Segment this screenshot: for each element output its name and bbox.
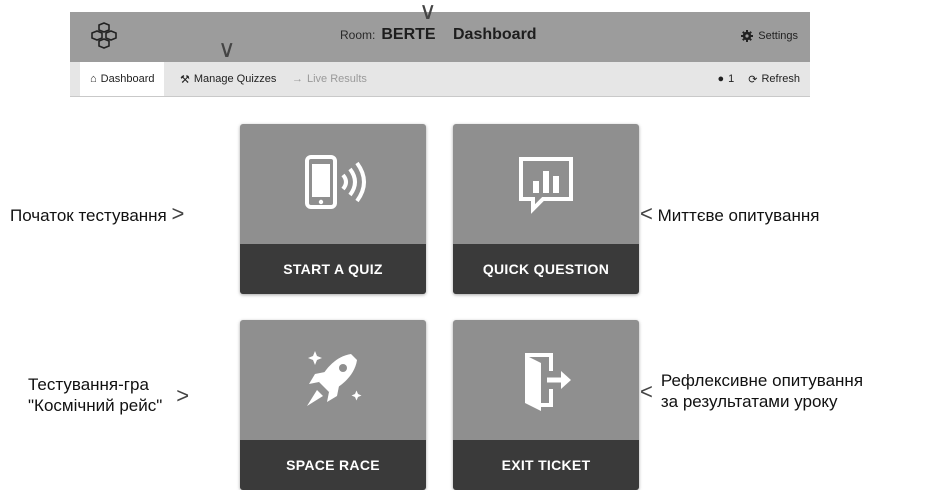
- tab-manage-quizzes[interactable]: ⚒ Manage Quizzes: [180, 62, 276, 96]
- annotation-quick-question-text: Миттєве опитування: [657, 206, 820, 225]
- card-icon-area: [240, 320, 426, 440]
- exit-ticket-card[interactable]: EXIT TICKET: [453, 320, 639, 490]
- tab-dashboard-label: Dashboard: [100, 73, 155, 85]
- annotation-exit-ticket-line1: Рефлексивне опитування: [660, 371, 864, 390]
- rocket-icon: [307, 351, 362, 406]
- annotation-arrow-left: <: [640, 201, 653, 226]
- refresh-icon: ⟳: [748, 73, 758, 86]
- start-quiz-label: START A QUIZ: [240, 244, 426, 294]
- annotation-space-race: Тестування-гра "Космічний рейс" >: [28, 374, 189, 417]
- students-count: 1: [728, 73, 735, 85]
- space-race-card[interactable]: SPACE RACE: [240, 320, 426, 490]
- card-icon-area: [453, 320, 639, 440]
- annotation-arrow-left: <: [640, 378, 653, 404]
- quick-question-label: QUICK QUESTION: [453, 244, 639, 294]
- annotation-start-quiz: Початок тестування >: [10, 200, 184, 228]
- space-race-label: SPACE RACE: [240, 440, 426, 490]
- room-indicator: Room: BERTE: [340, 26, 436, 44]
- annotation-space-race-line2: "Космічний рейс": [28, 396, 163, 416]
- annotation-arrow-right: >: [171, 201, 185, 226]
- tab-bar: ⌂ Dashboard ⚒ Manage Quizzes → Live Resu…: [70, 62, 810, 97]
- app-header: Room: BERTE Dashboard Settings ⌂ Dashboa…: [70, 12, 810, 97]
- refresh-label: Refresh: [761, 73, 800, 85]
- refresh-button[interactable]: ⟳ Refresh: [748, 73, 800, 86]
- exit-ticket-label: EXIT TICKET: [453, 440, 639, 490]
- tab-dashboard[interactable]: ⌂ Dashboard: [80, 62, 165, 96]
- room-code: BERTE: [381, 26, 436, 43]
- logo-icon[interactable]: [88, 22, 120, 52]
- status-area: ● 1 ⟳ Refresh: [717, 62, 800, 96]
- chart-bubble-icon: [519, 157, 573, 214]
- tab-live-results-label: Live Results: [307, 73, 367, 85]
- home-icon: ⌂: [90, 73, 97, 85]
- wrench-icon: ⚒: [180, 73, 190, 86]
- card-icon-area: [240, 124, 426, 244]
- gear-icon: [741, 30, 754, 42]
- annotation-space-race-line1: Тестування-гра: [28, 375, 149, 394]
- phone-signal-icon: [305, 155, 366, 209]
- exit-door-icon: [525, 353, 571, 411]
- annotation-arrow-right: >: [176, 382, 190, 408]
- room-label: Room:: [340, 28, 376, 42]
- annotation-exit-ticket: < Рефлексивне опитування за результатами…: [640, 370, 863, 413]
- annotation-exit-ticket-line2: за результатами уроку: [660, 392, 838, 412]
- quick-question-card[interactable]: QUICK QUESTION: [453, 124, 639, 294]
- annotation-quick-question: < Миттєве опитування: [640, 200, 819, 228]
- settings-button[interactable]: Settings: [741, 30, 798, 42]
- annotation-chevron-manage: ∨: [218, 36, 236, 63]
- tab-manage-quizzes-label: Manage Quizzes: [193, 73, 277, 85]
- annotation-chevron-room: ∨: [419, 0, 437, 25]
- page-title: Dashboard: [453, 26, 537, 43]
- top-bar: Room: BERTE Dashboard Settings: [70, 12, 810, 62]
- students-icon: ●: [717, 73, 725, 85]
- card-icon-area: [453, 124, 639, 244]
- students-counter[interactable]: ● 1: [717, 73, 734, 85]
- start-quiz-card[interactable]: START A QUIZ: [240, 124, 426, 294]
- annotation-start-quiz-text: Початок тестування: [10, 206, 167, 225]
- settings-label: Settings: [758, 30, 798, 42]
- arrow-icon: →: [292, 73, 303, 85]
- tab-live-results[interactable]: → Live Results: [292, 62, 367, 96]
